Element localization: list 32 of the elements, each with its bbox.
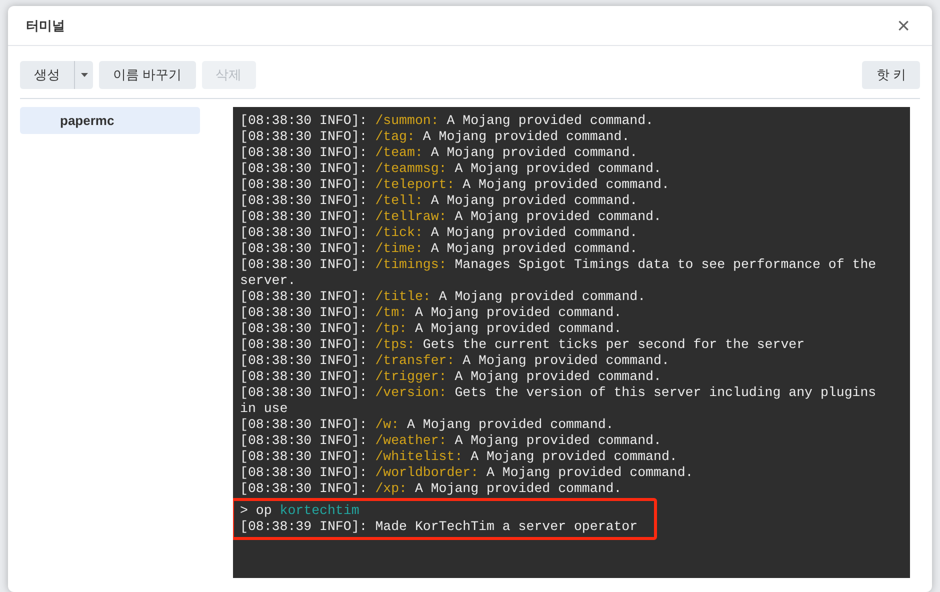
log-line: [08:38:30 INFO]: /whitelist: A Mojang provided command. xyxy=(240,449,678,465)
log-line: [08:38:30 INFO]: /tellraw: A Mojang provided command. xyxy=(240,209,662,225)
log-line: [08:38:30 INFO]: /w: A Mojang provided command. xyxy=(240,417,615,433)
log-line: [08:38:30 INFO]: /weather: A Mojang provided command. xyxy=(240,433,662,449)
hotkey-button[interactable]: 핫 키 xyxy=(862,61,920,89)
log-line: [08:38:30 INFO]: /time: A Mojang provided command. xyxy=(240,241,639,257)
log-line: [08:38:30 INFO]: /tag: A Mojang provided command. xyxy=(240,129,631,145)
log-line: [08:38:30 INFO]: /teleport: A Mojang provided command. xyxy=(240,177,670,193)
dropdown-button[interactable] xyxy=(75,61,93,89)
toolbar-button[interactable]: 생성 xyxy=(20,61,75,89)
log-line: [08:38:30 INFO]: /tell: A Mojang provided command. xyxy=(240,193,639,209)
sidebar-item[interactable]: papermc xyxy=(20,107,200,134)
log-line: [08:38:30 INFO]: /tps: Gets the current ticks per second for the server xyxy=(240,337,806,353)
log-line: [08:38:30 INFO]: /tick: A Mojang provided command. xyxy=(240,225,639,241)
log-line: [08:38:30 INFO]: /summon: A Mojang provided command. xyxy=(240,113,654,129)
log-line: [08:38:30 INFO]: /xp: A Mojang provided command. xyxy=(240,481,623,497)
log-line: [08:38:30 INFO]: /teammsg: A Mojang provided command. xyxy=(240,161,662,177)
log-line: [08:38:30 INFO]: /team: A Mojang provided command. xyxy=(240,145,639,161)
command-input-line: > op kortechtim xyxy=(240,503,360,519)
log-line: [08:38:30 INFO]: /timings: Manages Spigot Timings data to see performance of the server. xyxy=(240,257,878,289)
log-line: [08:38:30 INFO]: /transfer: A Mojang provided command. xyxy=(240,353,670,369)
log-line: [08:38:30 INFO]: /worldborder: A Mojang provided command. xyxy=(240,465,694,481)
caret-icon xyxy=(80,73,88,77)
window-title: 터미널 xyxy=(26,16,65,35)
log-line: [08:38:30 INFO]: /tp: A Mojang provided command. xyxy=(240,321,623,337)
close-button[interactable]: × xyxy=(893,14,914,36)
toolbar-button[interactable]: 이름 바꾸기 xyxy=(99,61,196,89)
log-line: [08:38:39 INFO]: Made KorTechTim a server operator xyxy=(240,519,639,535)
log-line: [08:38:30 INFO]: /tm: A Mojang provided command. xyxy=(240,305,623,321)
log-line: [08:38:30 INFO]: /trigger: A Mojang provided command. xyxy=(240,369,662,385)
log-line: [08:38:30 INFO]: /version: Gets the version of this server including any plugins in use xyxy=(240,385,878,417)
log-line: [08:38:30 INFO]: /title: A Mojang provided command. xyxy=(240,289,647,305)
